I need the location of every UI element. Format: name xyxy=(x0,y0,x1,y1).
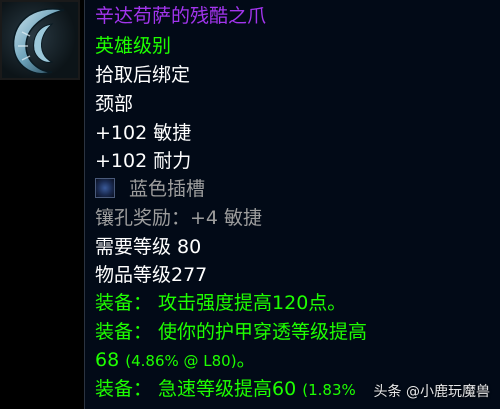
equip-attack-power: 装备： 攻击强度提高120点。 xyxy=(95,292,347,314)
watermark: 头条 @小鹿玩魔兽 xyxy=(373,384,490,400)
item-tooltip: 辛达苟萨的残酷之爪 英雄级别 拾取后绑定 颈部 +102 敏捷 +102 耐力 … xyxy=(84,0,500,409)
armor-pen-end: 。 xyxy=(236,349,256,371)
item-name: 辛达苟萨的残酷之爪 xyxy=(95,5,267,27)
item-quality: 英雄级别 xyxy=(95,35,172,57)
equip-armor-pen-line1: 装备： 使你的护甲穿透等级提高 xyxy=(95,321,368,343)
item-level: 物品等级277 xyxy=(95,264,208,286)
required-level: 需要等级 80 xyxy=(95,236,202,258)
equip-haste: 装备： 急速等级提高60 (1.83% xyxy=(95,378,356,401)
haste-value: 装备： 急速等级提高60 xyxy=(95,378,297,400)
armor-pen-percent: (4.86% @ L80) xyxy=(125,352,237,370)
item-stat-agility: +102 敏捷 xyxy=(95,122,192,144)
armor-pen-value: 68 xyxy=(95,349,120,371)
item-binding: 拾取后绑定 xyxy=(95,64,191,86)
socket-label: 蓝色插槽 xyxy=(129,178,206,200)
haste-percent: (1.83% xyxy=(302,381,356,399)
equip-armor-pen-line2: 68 (4.86% @ L80)。 xyxy=(95,349,256,372)
socket-bonus: 镶孔奖励：+4 敏捷 xyxy=(95,207,263,229)
item-claw-icon[interactable] xyxy=(0,0,80,80)
item-socket: 蓝色插槽 xyxy=(95,178,205,200)
item-slot: 颈部 xyxy=(95,93,134,115)
claw-icon xyxy=(12,8,65,75)
blue-socket-icon xyxy=(95,178,115,198)
item-stat-stamina: +102 耐力 xyxy=(95,150,192,172)
